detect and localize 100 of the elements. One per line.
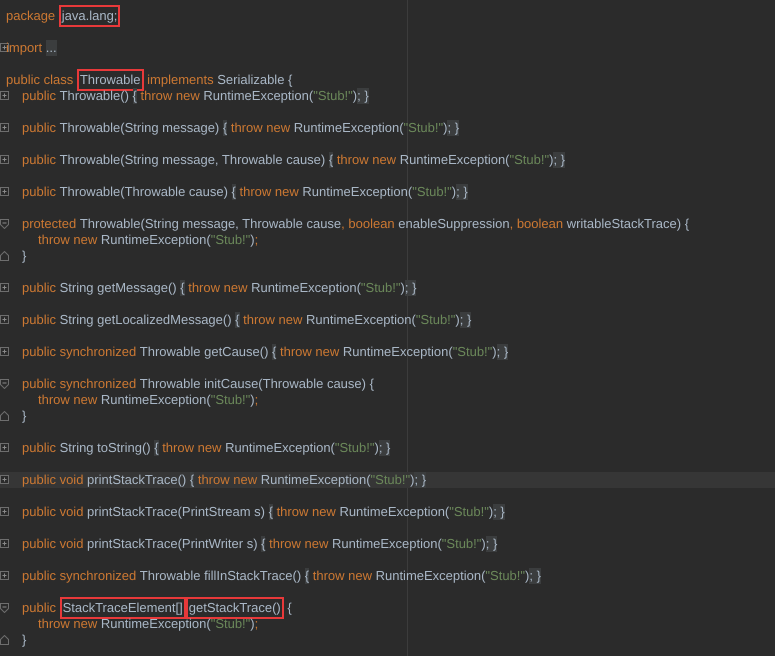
keyword: public xyxy=(22,184,57,200)
identifier: writableStackTrace) { xyxy=(566,216,690,232)
fold-end-icon[interactable] xyxy=(0,411,9,421)
identifier: RuntimeException( xyxy=(302,184,412,200)
fold-plus-icon[interactable] xyxy=(0,507,9,517)
keyword: public xyxy=(22,312,57,328)
keyword: throw new xyxy=(238,184,300,200)
identifier: RuntimeException( xyxy=(342,344,453,360)
keyword: public synchronized xyxy=(22,568,138,584)
folded-code: ; } xyxy=(493,504,505,520)
identifier: ) xyxy=(443,120,448,136)
string-literal: "Stub!" xyxy=(442,536,482,552)
folded-code: ; } xyxy=(357,88,369,104)
folded-code: ; } xyxy=(447,120,460,136)
keyword: public synchronized xyxy=(22,344,138,360)
identifier: Throwable(String message) xyxy=(60,120,220,136)
keyword: public void xyxy=(22,472,84,488)
keyword: public synchronized xyxy=(22,376,138,392)
identifier: ) xyxy=(525,568,530,584)
identifier: ) xyxy=(250,232,255,248)
keyword: ; xyxy=(254,232,258,248)
identifier: String getMessage() xyxy=(60,280,178,296)
identifier: RuntimeException( xyxy=(400,152,510,168)
identifier: ) xyxy=(492,344,497,360)
identifier: RuntimeException( xyxy=(100,392,211,408)
fold-plus-icon[interactable] xyxy=(0,443,9,453)
folded-code: { xyxy=(261,536,266,552)
keyword: throw new xyxy=(268,536,330,552)
string-literal: "Stub!" xyxy=(210,392,250,408)
identifier: } xyxy=(22,248,26,264)
fold-end-icon[interactable] xyxy=(0,635,9,645)
folded-code: { xyxy=(154,440,159,456)
fold-end-icon[interactable] xyxy=(0,251,9,261)
identifier: RuntimeException( xyxy=(251,280,361,296)
fold-plus-icon[interactable] xyxy=(0,571,9,581)
identifier: RuntimeException( xyxy=(203,88,314,104)
keyword: throw new xyxy=(161,440,222,456)
keyword: public xyxy=(22,440,57,456)
fold-plus-icon[interactable] xyxy=(0,155,9,165)
keyword: public xyxy=(22,600,57,616)
identifier: printStackTrace(PrintWriter s) xyxy=(87,536,259,552)
identifier: Serializable { xyxy=(217,72,292,88)
fold-plus-icon[interactable] xyxy=(0,347,9,357)
fold-minus-icon[interactable] xyxy=(0,379,9,389)
identifier: String getLocalizedMessage() xyxy=(60,312,233,328)
string-literal: "Stub!" xyxy=(452,344,492,360)
identifier: ) xyxy=(250,392,255,408)
folded-code: { xyxy=(328,152,334,168)
folded-code: { xyxy=(235,312,240,328)
string-literal: "Stub!" xyxy=(370,472,410,488)
string-literal: "Stub!" xyxy=(416,312,456,328)
identifier: String toString() xyxy=(60,440,152,456)
keyword: throw new xyxy=(187,280,248,296)
keyword: , boolean xyxy=(510,216,564,232)
identifier: ) xyxy=(352,88,358,104)
folded-code: ... xyxy=(46,40,57,56)
fold-minus-icon[interactable] xyxy=(0,219,9,229)
identifier: ) xyxy=(374,440,379,456)
keyword: throw new xyxy=(242,312,304,328)
identifier: } xyxy=(22,632,26,648)
string-literal: "Stub!" xyxy=(510,152,550,168)
keyword: import xyxy=(6,40,44,56)
string-literal: "Stub!" xyxy=(313,88,353,104)
identifier: } xyxy=(22,408,26,424)
fold-plus-icon[interactable] xyxy=(0,91,9,101)
identifier: RuntimeException( xyxy=(306,312,416,328)
fold-plus-icon[interactable] xyxy=(0,315,9,325)
fold-plus-icon[interactable] xyxy=(0,539,9,549)
folded-code: ; } xyxy=(529,568,541,584)
folded-code: ; } xyxy=(378,440,390,456)
keyword: public xyxy=(22,120,57,136)
keyword: throw new xyxy=(336,152,398,168)
identifier: Throwable(Throwable cause) xyxy=(60,184,229,200)
keyword: ; xyxy=(254,392,258,408)
keyword: public xyxy=(22,280,57,296)
identifier: Throwable getCause() xyxy=(140,344,270,360)
fold-plus-icon[interactable] xyxy=(0,187,9,197)
string-literal: "Stub!" xyxy=(485,568,526,584)
keyword: throw new xyxy=(276,504,337,520)
string-literal: "Stub!" xyxy=(412,184,452,200)
keyword: , boolean xyxy=(341,216,396,232)
folded-code: { xyxy=(232,184,236,200)
fold-plus-icon[interactable] xyxy=(0,283,9,293)
fold-plus-icon[interactable] xyxy=(0,123,9,133)
identifier: ) xyxy=(481,536,486,552)
string-literal: "Stub!" xyxy=(360,280,400,296)
identifier: RuntimeException( xyxy=(100,232,211,248)
identifier: printStackTrace() xyxy=(87,472,188,488)
fold-minus-icon[interactable] xyxy=(0,603,9,613)
folded-code: ; } xyxy=(496,344,508,360)
fold-plus-icon[interactable] xyxy=(0,475,9,485)
highlighted-code: StackTraceElement[] xyxy=(62,600,183,616)
keyword: implements xyxy=(146,72,215,88)
keyword: throw new xyxy=(312,568,373,584)
identifier: Throwable(String message, Throwable cause) xyxy=(60,152,326,168)
identifier: RuntimeException( xyxy=(339,504,450,520)
identifier: Throwable() xyxy=(60,88,130,104)
identifier: ) xyxy=(549,152,554,168)
folded-code: { xyxy=(180,280,185,296)
keyword: public void xyxy=(22,536,84,552)
